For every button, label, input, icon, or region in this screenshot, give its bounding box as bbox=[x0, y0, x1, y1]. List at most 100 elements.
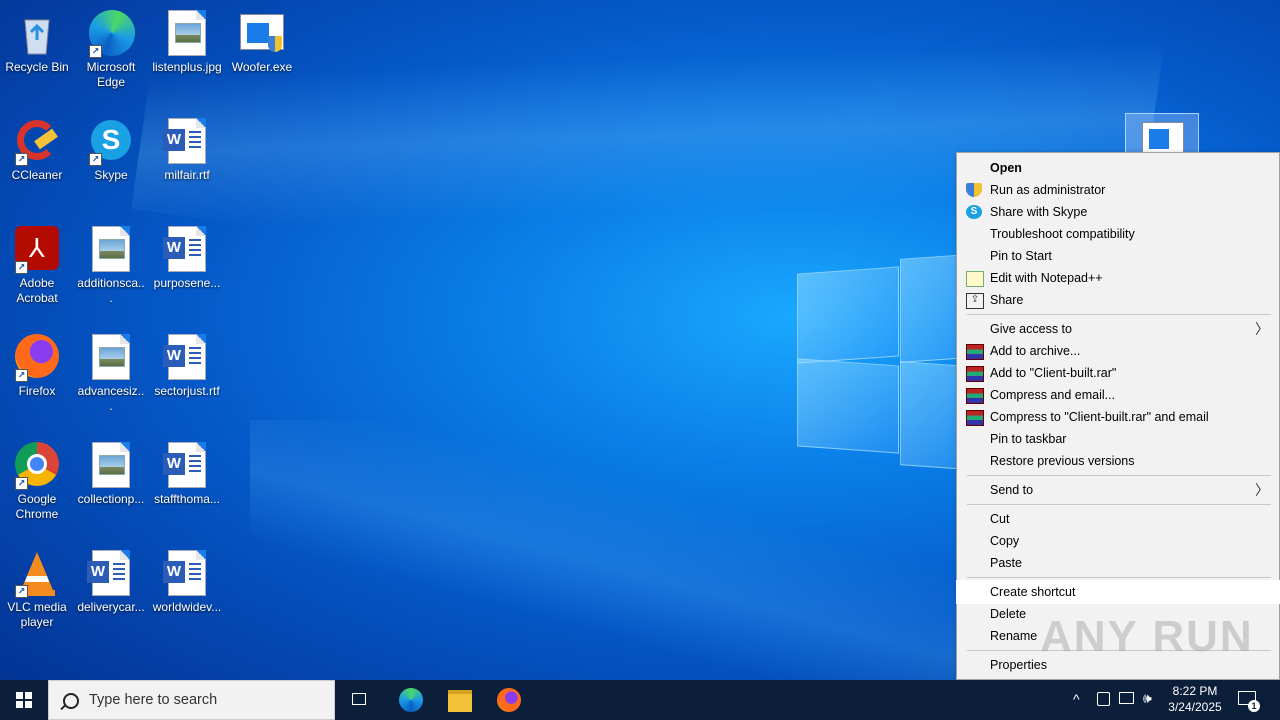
shortcut-arrow-icon: ↗ bbox=[15, 477, 28, 490]
skype-icon: S bbox=[966, 205, 982, 219]
menu-item-send-to[interactable]: Send to 〉 bbox=[957, 479, 1279, 501]
winrar-icon bbox=[966, 388, 984, 404]
vlc-icon: ↗ bbox=[13, 550, 61, 598]
skype-icon: S ↗ bbox=[87, 118, 135, 166]
start-button[interactable] bbox=[0, 680, 48, 720]
taskbar-edge-button[interactable] bbox=[387, 680, 435, 720]
clock-time: 8:22 PM bbox=[1172, 684, 1218, 698]
tray-security-button[interactable] bbox=[1094, 680, 1112, 720]
desktop-icon-vlc[interactable]: ↗ VLC media player bbox=[0, 544, 74, 630]
action-center-button[interactable]: 1 bbox=[1236, 688, 1260, 712]
desktop-icon-milfair[interactable]: W milfair.rtf bbox=[150, 112, 224, 183]
menu-item-label: Copy bbox=[990, 534, 1020, 548]
menu-item-add-archive[interactable]: Add to archive... bbox=[957, 340, 1279, 362]
desktop-icon-sectorjust[interactable]: W sectorjust.rtf bbox=[150, 328, 224, 399]
menu-item-cut[interactable]: Cut bbox=[957, 508, 1279, 530]
desktop-icon-firefox[interactable]: ↗ Firefox bbox=[0, 328, 74, 399]
menu-item-troubleshoot[interactable]: Troubleshoot compatibility bbox=[957, 223, 1279, 245]
taskbar: Type here to search ^ 🕪 8:22 PM 3/24/202… bbox=[0, 680, 1280, 720]
menu-item-pin-start[interactable]: Pin to Start bbox=[957, 245, 1279, 267]
menu-item-label: Run as administrator bbox=[990, 183, 1106, 197]
menu-item-label: Pin to Start bbox=[990, 249, 1052, 263]
menu-item-open[interactable]: Open bbox=[957, 157, 1279, 179]
desktop-icon-advancesiz[interactable]: advancesiz... bbox=[74, 328, 148, 414]
edge-icon: ↗ bbox=[87, 10, 135, 58]
taskbar-clock[interactable]: 8:22 PM 3/24/2025 bbox=[1160, 683, 1230, 715]
firefox-icon bbox=[497, 688, 521, 712]
menu-item-restore-versions[interactable]: Restore previous versions bbox=[957, 450, 1279, 472]
desktop-icon-acrobat[interactable]: ⅄ ↗ Adobe Acrobat bbox=[0, 220, 74, 306]
menu-item-compress-rar-email[interactable]: Compress to "Client-built.rar" and email bbox=[957, 406, 1279, 428]
word-file-icon: W bbox=[87, 550, 135, 598]
menu-item-run-as-admin[interactable]: Run as administrator bbox=[957, 179, 1279, 201]
shortcut-arrow-icon: ↗ bbox=[89, 45, 102, 58]
desktop-icon-listenplus[interactable]: listenplus.jpg bbox=[150, 4, 224, 75]
menu-item-label: Open bbox=[990, 161, 1022, 175]
menu-item-label: Compress and email... bbox=[990, 388, 1116, 402]
menu-item-label: Compress to "Client-built.rar" and email bbox=[990, 410, 1209, 424]
desktop-icon-woofer[interactable]: Woofer.exe bbox=[225, 4, 299, 75]
menu-item-label: Add to "Client-built.rar" bbox=[990, 366, 1117, 380]
menu-item-label: Create shortcut bbox=[990, 585, 1076, 599]
menu-item-label: Edit with Notepad++ bbox=[990, 271, 1103, 285]
desktop-icon-staffthoma[interactable]: W staffthoma... bbox=[150, 436, 224, 507]
desktop-icon-purposene[interactable]: W purposene... bbox=[150, 220, 224, 291]
tray-volume-button[interactable]: 🕪 bbox=[1141, 680, 1161, 720]
desktop-icon-label: CCleaner bbox=[11, 168, 63, 182]
desktop-icon-recycle-bin[interactable]: Recycle Bin bbox=[0, 4, 74, 75]
taskbar-file-explorer-button[interactable] bbox=[436, 680, 484, 720]
menu-item-give-access[interactable]: Give access to 〉 bbox=[957, 318, 1279, 340]
shortcut-arrow-icon: ↗ bbox=[15, 153, 28, 166]
menu-separator bbox=[967, 314, 1271, 315]
desktop-icon-chrome[interactable]: ↗ Google Chrome bbox=[0, 436, 74, 522]
desktop-icon-additionsca[interactable]: additionsca... bbox=[74, 220, 148, 306]
search-placeholder: Type here to search bbox=[89, 692, 218, 708]
security-icon bbox=[1097, 692, 1110, 706]
menu-item-label: Cut bbox=[990, 512, 1010, 526]
volume-icon: 🕪 bbox=[1143, 690, 1152, 706]
desktop-icon-edge[interactable]: ↗ Microsoft Edge bbox=[74, 4, 148, 90]
task-view-button[interactable] bbox=[336, 680, 384, 720]
menu-item-share-skype[interactable]: S Share with Skype bbox=[957, 201, 1279, 223]
desktop-icon-label: Woofer.exe bbox=[231, 60, 293, 74]
desktop-icon-label: milfair.rtf bbox=[164, 168, 210, 182]
image-file-icon bbox=[163, 10, 211, 58]
edge-icon bbox=[399, 688, 423, 712]
chevron-right-icon: 〉 bbox=[1255, 321, 1269, 337]
menu-item-add-rar[interactable]: Add to "Client-built.rar" bbox=[957, 362, 1279, 384]
desktop-icon-skype[interactable]: S ↗ Skype bbox=[74, 112, 148, 183]
show-hidden-icons-button[interactable]: ^ bbox=[1070, 680, 1088, 720]
notepadpp-icon bbox=[966, 271, 984, 287]
desktop-icon-label: deliverycar... bbox=[77, 600, 145, 614]
taskbar-firefox-button[interactable] bbox=[485, 680, 533, 720]
menu-item-notepadpp[interactable]: Edit with Notepad++ bbox=[957, 267, 1279, 289]
firefox-icon: ↗ bbox=[13, 334, 61, 382]
desktop-icon-label: purposene... bbox=[153, 276, 221, 290]
tray-network-button[interactable] bbox=[1117, 680, 1135, 720]
wallpaper-pane bbox=[797, 266, 899, 364]
menu-item-create-shortcut[interactable]: Create shortcut bbox=[956, 580, 1280, 604]
menu-item-share[interactable]: ⇪ Share bbox=[957, 289, 1279, 311]
desktop-icon-label: staffthoma... bbox=[154, 492, 220, 506]
shortcut-arrow-icon: ↗ bbox=[89, 153, 102, 166]
desktop-icon-deliverycar[interactable]: W deliverycar... bbox=[74, 544, 148, 615]
word-file-icon: W bbox=[163, 118, 211, 166]
desktop-icon-collectionp[interactable]: collectionp... bbox=[74, 436, 148, 507]
taskbar-search-box[interactable]: Type here to search bbox=[48, 680, 335, 720]
chrome-icon: ↗ bbox=[13, 442, 61, 490]
clock-date: 3/24/2025 bbox=[1168, 700, 1222, 714]
menu-item-compress-email[interactable]: Compress and email... bbox=[957, 384, 1279, 406]
desktop-icon-label: Google Chrome bbox=[15, 492, 59, 521]
selected-desktop-icon[interactable] bbox=[1125, 113, 1199, 156]
menu-item-label: Pin to taskbar bbox=[990, 432, 1067, 446]
desktop-icon-label: Skype bbox=[94, 168, 128, 182]
menu-item-copy[interactable]: Copy bbox=[957, 530, 1279, 552]
notification-count: 1 bbox=[1248, 700, 1260, 712]
menu-item-paste[interactable]: Paste bbox=[957, 552, 1279, 574]
desktop-icon-worldwidev[interactable]: W worldwidev... bbox=[150, 544, 224, 615]
desktop-icon-ccleaner[interactable]: ↗ CCleaner bbox=[0, 112, 74, 183]
desktop-icon-label: VLC media player bbox=[7, 600, 67, 629]
watermark: ANY RUN bbox=[1040, 612, 1254, 661]
search-icon bbox=[63, 693, 79, 709]
menu-item-pin-taskbar[interactable]: Pin to taskbar bbox=[957, 428, 1279, 450]
